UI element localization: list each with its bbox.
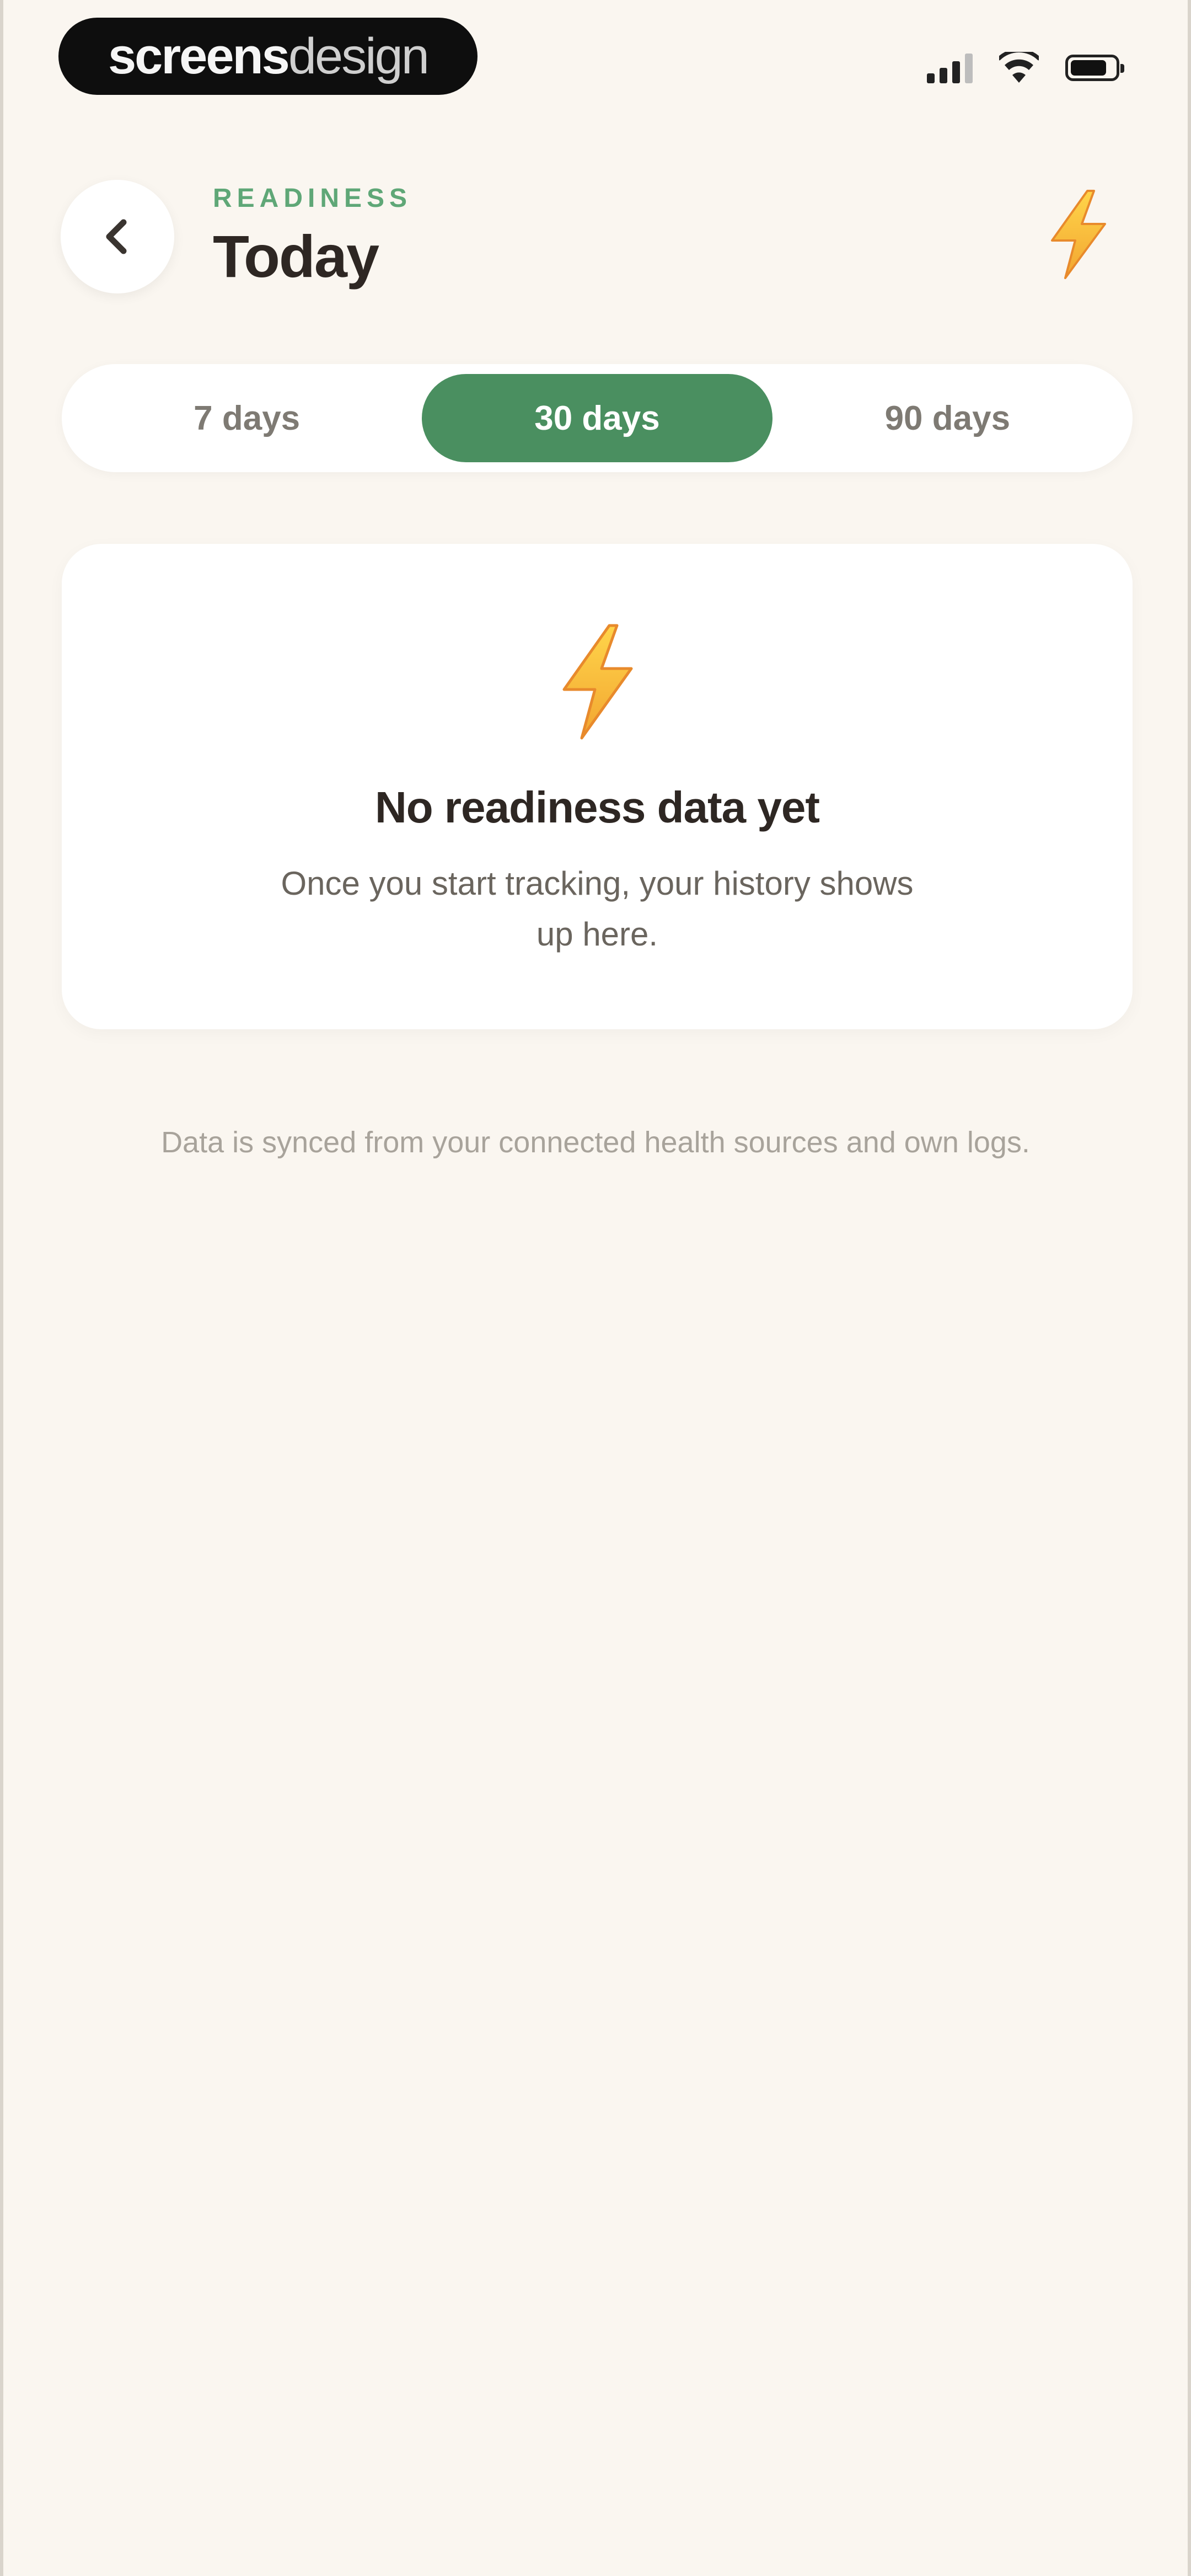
empty-state-title: No readiness data yet	[375, 783, 820, 832]
wifi-icon	[999, 52, 1039, 83]
range-selector: 7 days 30 days 90 days	[62, 364, 1133, 472]
brand-text-bold: screens	[108, 28, 290, 84]
page-title: Today	[213, 223, 379, 290]
cellular-signal-icon	[927, 52, 973, 83]
range-option-30-days[interactable]: 30 days	[422, 374, 772, 462]
section-eyebrow: READINESS	[213, 184, 412, 213]
back-button[interactable]	[61, 180, 174, 293]
range-option-7-days[interactable]: 7 days	[72, 374, 422, 462]
battery-icon	[1065, 55, 1124, 81]
lightning-bolt-icon	[562, 624, 633, 740]
lightning-bolt-icon[interactable]	[1037, 188, 1119, 281]
chevron-left-icon	[106, 219, 127, 254]
range-option-90-days[interactable]: 90 days	[772, 374, 1123, 462]
brand-watermark: screens design	[58, 18, 478, 95]
empty-state-card: No readiness data yet Once you start tra…	[62, 544, 1133, 1029]
sync-footnote: Data is synced from your connected healt…	[161, 1126, 1030, 1159]
status-bar-icons	[927, 49, 1124, 87]
empty-state-message: Once you start tracking, your history sh…	[281, 865, 914, 953]
brand-text-light: design	[288, 28, 430, 84]
